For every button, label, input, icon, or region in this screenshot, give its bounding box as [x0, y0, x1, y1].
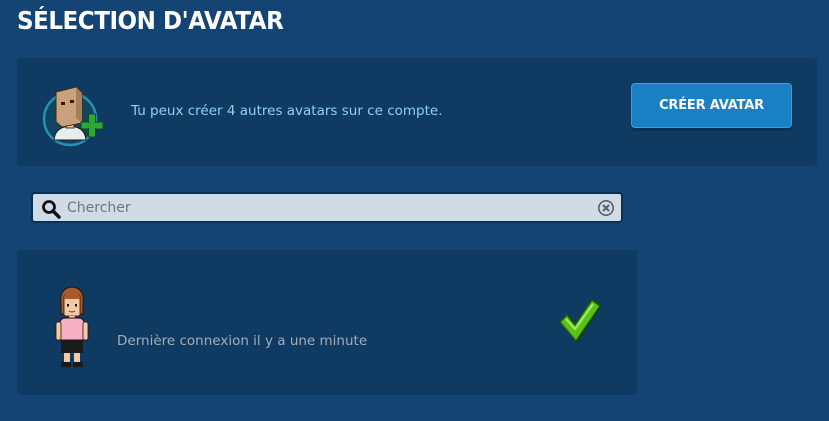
page-title: SÉLECTION D'AVATAR — [17, 6, 284, 35]
clear-icon[interactable] — [597, 199, 615, 217]
new-avatar-icon — [41, 78, 111, 148]
checkmark-icon — [557, 298, 601, 344]
avatar-card[interactable]: Dernière connexion il y a une minute — [17, 250, 637, 395]
search-input[interactable] — [67, 196, 587, 219]
avatar-quota-text: Tu peux créer 4 autres avatars sur ce co… — [131, 103, 443, 119]
create-avatar-panel: Tu peux créer 4 autres avatars sur ce co… — [17, 58, 817, 166]
avatar-figure — [51, 284, 93, 370]
last-login-text: Dernière connexion il y a une minute — [117, 333, 368, 349]
create-avatar-button[interactable]: CRÉER AVATAR — [631, 83, 792, 128]
search-icon — [41, 199, 61, 219]
search-box[interactable] — [31, 192, 623, 223]
